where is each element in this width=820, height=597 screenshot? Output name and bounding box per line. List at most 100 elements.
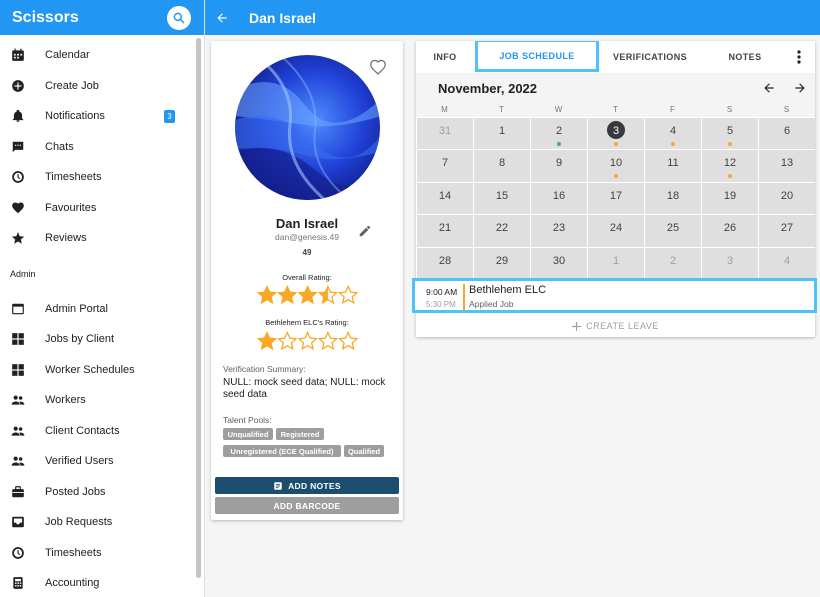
day-number: 8 bbox=[498, 157, 506, 170]
calendar-grid: 31 1 2 3 4 5 6 7 8 9 10 11 12 13 14 15 16 17 18 19 20 21 22 23 2… bbox=[416, 117, 815, 279]
sidebar-item-label: Timesheets bbox=[45, 171, 102, 184]
calendar-day[interactable]: 15 bbox=[473, 181, 530, 215]
sidebar-item-chats[interactable]: Chats bbox=[0, 132, 196, 163]
create-leave-button[interactable]: CREATE LEAVE bbox=[416, 316, 815, 336]
calendar-day[interactable]: 1 bbox=[473, 117, 530, 150]
calendar-day[interactable]: 19 bbox=[701, 181, 758, 215]
day-number: 2 bbox=[555, 125, 563, 137]
calendar-day[interactable]: 18 bbox=[644, 181, 701, 215]
sidebar-item-calendar[interactable]: Calendar bbox=[0, 40, 196, 71]
rating-star bbox=[337, 330, 359, 351]
next-month-button[interactable] bbox=[793, 81, 807, 95]
sidebar-scrollbar[interactable] bbox=[196, 38, 201, 578]
calendar-day[interactable]: 4 bbox=[644, 117, 701, 150]
calendar-day[interactable]: 8 bbox=[473, 149, 530, 182]
calendar-day[interactable]: 24 bbox=[587, 214, 644, 247]
day-number: 4 bbox=[783, 254, 791, 267]
day-number: 30 bbox=[552, 254, 566, 267]
calendar-day[interactable]: 13 bbox=[758, 149, 815, 182]
calendar-day[interactable]: 6 bbox=[758, 117, 815, 150]
sidebar-item-notifications[interactable]: Notifications 3 bbox=[0, 101, 196, 132]
sidebar-item-workers[interactable]: Workers bbox=[0, 385, 196, 416]
calendar-day[interactable]: 14 bbox=[416, 181, 473, 215]
sidebar-item-label: Posted Jobs bbox=[45, 485, 106, 498]
client-rating-label: Bethlehem ELC's Rating: bbox=[265, 318, 349, 327]
sidebar-item-client-contacts[interactable]: Client Contacts bbox=[0, 416, 196, 447]
day-number: 7 bbox=[441, 157, 449, 170]
weekday-label: S bbox=[726, 105, 733, 114]
briefcase-icon bbox=[11, 485, 25, 499]
day-number: 4 bbox=[669, 125, 677, 137]
inbox-icon bbox=[11, 515, 25, 529]
calendar-day[interactable]: 12 bbox=[701, 149, 758, 182]
sidebar-item-timesheets[interactable]: Timesheets bbox=[0, 162, 196, 193]
sidebar-item-label: Create Job bbox=[45, 79, 99, 92]
calendar-day[interactable]: 23 bbox=[530, 214, 587, 247]
calendar-day[interactable]: 3 bbox=[587, 117, 644, 150]
day-number: 28 bbox=[438, 254, 452, 267]
calendar-day[interactable]: 16 bbox=[530, 181, 587, 215]
sidebar-item-posted-jobs[interactable]: Posted Jobs bbox=[0, 477, 196, 508]
sidebar-item-job-requests[interactable]: Job Requests bbox=[0, 507, 196, 538]
calendar-day[interactable]: 29 bbox=[473, 246, 530, 279]
rating-star bbox=[297, 284, 318, 305]
sidebar-item-favourites[interactable]: Favourites bbox=[0, 193, 196, 224]
sidebar-item-label: Worker Schedules bbox=[45, 363, 135, 376]
sidebar-item-label: Chats bbox=[45, 140, 74, 153]
rating-star bbox=[277, 284, 298, 305]
calendar-day[interactable]: 11 bbox=[644, 149, 701, 182]
calendar-day[interactable]: 9 bbox=[530, 149, 587, 182]
sidebar-item-verified-users[interactable]: Verified Users bbox=[0, 446, 196, 477]
day-number: 9 bbox=[555, 157, 563, 170]
sidebar-item-admin-portal[interactable]: Admin Portal bbox=[0, 294, 196, 325]
calendar-day[interactable]: 5 bbox=[701, 117, 758, 150]
calendar-day[interactable]: 28 bbox=[416, 246, 473, 279]
sidebar-item-label: Job Requests bbox=[45, 516, 113, 529]
sidebar-item-reviews[interactable]: Reviews bbox=[0, 223, 196, 254]
more-vertical-icon bbox=[797, 50, 801, 64]
favourite-button[interactable] bbox=[369, 59, 387, 75]
calendar-day[interactable]: 1 bbox=[587, 246, 644, 279]
prev-month-button[interactable] bbox=[762, 81, 776, 95]
calendar-day[interactable]: 17 bbox=[587, 181, 644, 215]
sidebar-item-worker-schedules[interactable]: Worker Schedules bbox=[0, 355, 196, 386]
rating-star bbox=[337, 284, 359, 305]
calendar-day[interactable]: 21 bbox=[416, 214, 473, 247]
sidebar-item-label: Favourites bbox=[45, 201, 97, 214]
calendar-day[interactable]: 27 bbox=[758, 214, 815, 247]
calendar-day[interactable]: 20 bbox=[758, 181, 815, 215]
calendar-day[interactable]: 3 bbox=[701, 246, 758, 279]
more-menu-button[interactable] bbox=[795, 50, 803, 64]
sidebar-item-jobs-by-client[interactable]: Jobs by Client bbox=[0, 324, 196, 355]
sidebar-item-accounting[interactable]: Accounting bbox=[0, 568, 196, 597]
profile-card: Dan Israel dan@genesis.49 49 Overall Rat… bbox=[211, 41, 403, 520]
event-end-time: 5:30 PM bbox=[426, 300, 456, 309]
weekday-row: MTWTFSS bbox=[416, 105, 815, 117]
event-dot bbox=[614, 174, 618, 179]
back-button[interactable] bbox=[214, 10, 230, 26]
calendar-day[interactable]: 25 bbox=[644, 214, 701, 247]
calendar-day[interactable]: 30 bbox=[530, 246, 587, 279]
profile-number: 49 bbox=[302, 248, 312, 257]
add-notes-button[interactable]: ADD NOTES bbox=[215, 477, 399, 494]
calendar-day[interactable]: 22 bbox=[473, 214, 530, 247]
calendar-day[interactable]: 4 bbox=[758, 246, 815, 279]
calendar-day[interactable]: 2 bbox=[644, 246, 701, 279]
sidebar-item-create-job[interactable]: Create Job bbox=[0, 71, 196, 102]
calendar-day[interactable]: 10 bbox=[587, 149, 644, 182]
calendar-day[interactable]: 7 bbox=[416, 149, 473, 182]
sidebar-item-timesheets[interactable]: Timesheets bbox=[0, 538, 196, 569]
calendar-day[interactable]: 31 bbox=[416, 117, 473, 150]
calendar-day[interactable]: 2 bbox=[530, 117, 587, 150]
search-button[interactable] bbox=[167, 6, 191, 30]
tab-job-schedule[interactable]: JOB SCHEDULE bbox=[475, 41, 599, 72]
talent-pool-chip: Unregistered (ECE Qualified) bbox=[223, 445, 341, 457]
tab-notes[interactable]: NOTES bbox=[716, 41, 774, 73]
day-number: 17 bbox=[609, 189, 623, 202]
tab-info[interactable]: INFO bbox=[424, 41, 466, 73]
add-barcode-button[interactable]: ADD BARCODE bbox=[215, 497, 399, 514]
calendar-day[interactable]: 26 bbox=[701, 214, 758, 247]
schedule-event[interactable]: 9:00 AM 5:30 PM Bethlehem ELC Applied Jo… bbox=[412, 278, 817, 313]
rating-star bbox=[256, 330, 278, 351]
tab-verifications[interactable]: VERIFICATIONS bbox=[604, 41, 696, 73]
